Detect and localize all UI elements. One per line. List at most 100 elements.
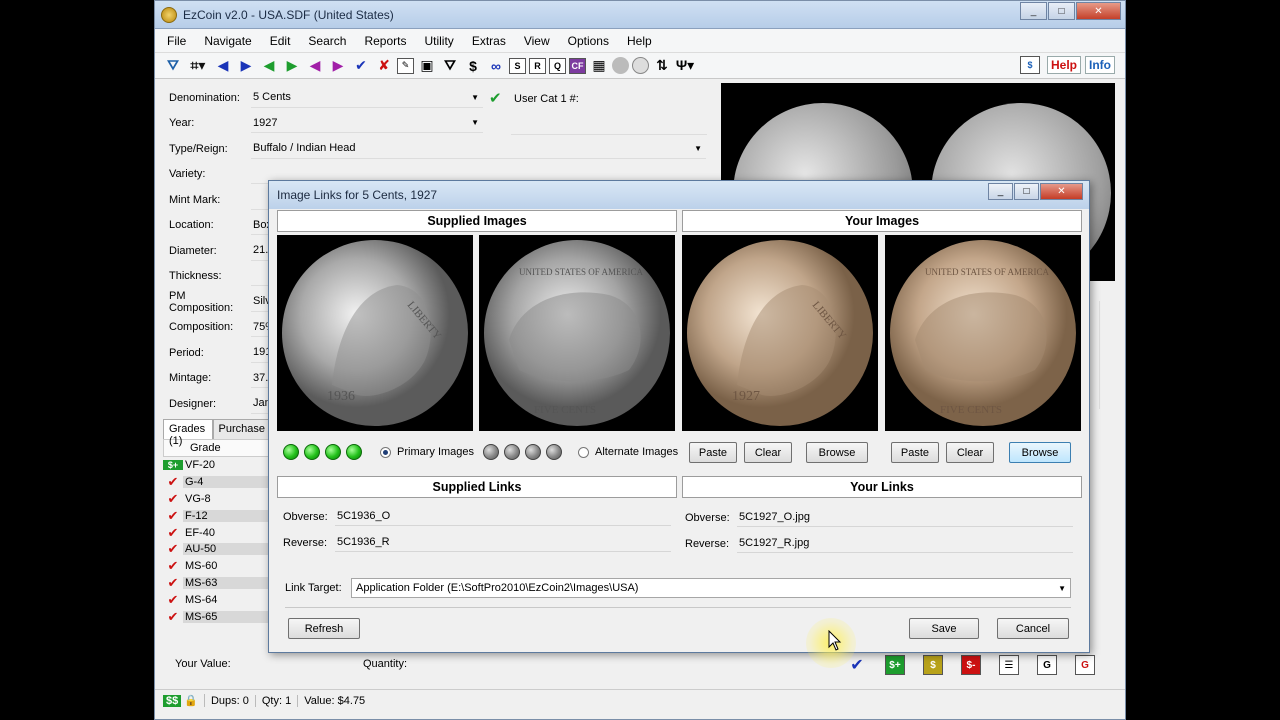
dialog-minimize-button[interactable]: _ bbox=[988, 183, 1013, 200]
diameter-label: Diameter: bbox=[169, 244, 217, 257]
list-icon[interactable]: ☰ bbox=[999, 655, 1019, 675]
grid-dropdown-icon[interactable]: ⌗▾ bbox=[186, 56, 210, 76]
menu-navigate[interactable]: Navigate bbox=[204, 34, 251, 48]
add-dollar-icon[interactable]: $+ bbox=[885, 655, 905, 675]
menu-search[interactable]: Search bbox=[308, 34, 346, 48]
close-button[interactable]: ✕ bbox=[1076, 2, 1121, 20]
save-button[interactable]: Save bbox=[909, 618, 979, 639]
next-purple-icon[interactable]: ▶ bbox=[328, 56, 348, 76]
accept-check-icon[interactable]: ✔ bbox=[351, 56, 371, 76]
first-record-icon[interactable]: ◀ bbox=[213, 56, 233, 76]
table-icon[interactable]: ▦ bbox=[589, 56, 609, 76]
your-reverse-field[interactable]: 5C1927_R.jpg bbox=[737, 533, 1073, 553]
prev-purple-icon[interactable]: ◀ bbox=[305, 56, 325, 76]
denomination-value: 5 Cents bbox=[253, 91, 291, 104]
link-target-select[interactable]: Application Folder (E:\SoftPro2010\EzCoi… bbox=[351, 578, 1071, 598]
cf-icon[interactable]: CF bbox=[569, 57, 586, 74]
grade-row[interactable]: ✔ MS-64 bbox=[163, 591, 271, 608]
coin-gray-icon[interactable] bbox=[612, 57, 629, 74]
edit-dollar-icon[interactable]: $ bbox=[923, 655, 943, 675]
help-button[interactable]: Help bbox=[1046, 56, 1081, 74]
grade-row[interactable]: ✔ VG-8 bbox=[163, 491, 271, 508]
psi-dropdown-icon[interactable]: Ψ▾ bbox=[675, 56, 695, 76]
menu-options[interactable]: Options bbox=[568, 34, 609, 48]
reject-x-icon[interactable]: ✘ bbox=[374, 56, 394, 76]
sort-icon[interactable]: ⇅ bbox=[652, 56, 672, 76]
menu-edit[interactable]: Edit bbox=[270, 34, 291, 48]
info-button[interactable]: Info bbox=[1085, 56, 1115, 74]
r-box-icon[interactable]: R bbox=[529, 57, 546, 74]
check-icon: ✔ bbox=[167, 558, 179, 574]
tab-purchase[interactable]: Purchase bbox=[212, 419, 271, 439]
period-label: Period: bbox=[169, 346, 204, 359]
browse-reverse-button[interactable]: Browse bbox=[1009, 442, 1071, 463]
green-check-icon: ✔ bbox=[489, 89, 502, 107]
remove-dollar-icon[interactable]: $- bbox=[961, 655, 981, 675]
your-images-header: Your Images bbox=[682, 210, 1082, 232]
alternate-indicator-4 bbox=[546, 444, 562, 460]
primary-images-radio[interactable] bbox=[380, 447, 391, 458]
menu-extras[interactable]: Extras bbox=[472, 34, 506, 48]
denomination-select[interactable]: 5 Cents ▼ bbox=[251, 88, 483, 108]
link-target-label: Link Target: bbox=[285, 582, 342, 594]
grade-row[interactable]: ✔ MS-65 bbox=[163, 608, 271, 625]
q-box-icon[interactable]: Q bbox=[549, 57, 566, 74]
clear-obverse-button[interactable]: Clear bbox=[744, 442, 792, 463]
edit-icon[interactable]: ✎ bbox=[397, 57, 414, 74]
type-select[interactable]: Buffalo / Indian Head ▼ bbox=[251, 139, 706, 159]
coin-white-icon[interactable] bbox=[632, 57, 649, 74]
dollar-clear-icon[interactable]: $ bbox=[463, 56, 483, 76]
grade-row[interactable]: ✔ AU-50 bbox=[163, 541, 271, 558]
filter-clear-icon[interactable]: ⛛ bbox=[440, 56, 460, 76]
grade-row[interactable]: ✔ MS-63 bbox=[163, 575, 271, 592]
menu-view[interactable]: View bbox=[524, 34, 550, 48]
chevron-down-icon: ▼ bbox=[1058, 583, 1066, 593]
minimize-button[interactable]: _ bbox=[1020, 2, 1047, 20]
g-box-icon[interactable]: G bbox=[1037, 655, 1057, 675]
your-obverse-field[interactable]: 5C1927_O.jpg bbox=[737, 507, 1073, 527]
grade-row[interactable]: ✔ F-12 bbox=[163, 507, 271, 524]
check-icon: ✔ bbox=[167, 474, 179, 490]
image-icon[interactable]: ▣ bbox=[417, 56, 437, 76]
next-green-icon[interactable]: ▶ bbox=[282, 56, 302, 76]
s-box-icon[interactable]: S bbox=[509, 57, 526, 74]
dialog-close-button[interactable]: ✕ bbox=[1040, 183, 1083, 200]
clear-reverse-button[interactable]: Clear bbox=[946, 442, 994, 463]
menu-help[interactable]: Help bbox=[627, 34, 652, 48]
link-icon[interactable]: ∞ bbox=[486, 56, 506, 76]
supplied-obverse-field[interactable]: 5C1936_O bbox=[335, 506, 671, 526]
menu-reports[interactable]: Reports bbox=[364, 34, 406, 48]
maximize-button[interactable]: □ bbox=[1048, 2, 1075, 20]
cancel-button[interactable]: Cancel bbox=[997, 618, 1069, 639]
refresh-button[interactable]: Refresh bbox=[288, 618, 360, 639]
filter-icon[interactable]: ⛛ bbox=[163, 56, 183, 76]
menu-utility[interactable]: Utility bbox=[424, 34, 453, 48]
form-scrollbar[interactable] bbox=[1099, 301, 1115, 409]
grade-row[interactable]: ✔ EF-40 bbox=[163, 524, 271, 541]
alternate-images-radio[interactable] bbox=[578, 447, 589, 458]
g-crossed-icon[interactable]: G bbox=[1075, 655, 1095, 675]
value-total: Value: $4.75 bbox=[304, 694, 366, 707]
your-value-label: Your Value: bbox=[175, 658, 231, 670]
user-cat-field[interactable] bbox=[511, 113, 707, 135]
composition-label: Composition: bbox=[169, 321, 234, 334]
lock-icon: 🔒 bbox=[184, 694, 205, 707]
dialog-maximize-button[interactable]: □ bbox=[1014, 183, 1039, 200]
menu-file[interactable]: File bbox=[167, 34, 186, 48]
thickness-label: Thickness: bbox=[169, 270, 222, 283]
supplied-images-header: Supplied Images bbox=[277, 210, 677, 232]
tab-grades[interactable]: Grades (1) bbox=[163, 419, 213, 447]
prev-green-icon[interactable]: ◀ bbox=[259, 56, 279, 76]
grade-row[interactable]: $+ VF-20 bbox=[163, 457, 271, 474]
paste-reverse-button[interactable]: Paste bbox=[891, 442, 939, 463]
year-select[interactable]: 1927 ▼ bbox=[251, 113, 483, 134]
dollar-s-icon[interactable]: $ bbox=[1019, 56, 1040, 74]
browse-obverse-button[interactable]: Browse bbox=[806, 442, 868, 463]
supplied-reverse-field[interactable]: 5C1936_R bbox=[335, 532, 671, 552]
grade-row[interactable]: ✔ MS-60 bbox=[163, 558, 271, 575]
paste-obverse-button[interactable]: Paste bbox=[689, 442, 737, 463]
mint-mark-label: Mint Mark: bbox=[169, 193, 221, 206]
grade-row[interactable]: ✔ G-4 bbox=[163, 474, 271, 491]
your-reverse-label: Reverse: bbox=[685, 538, 730, 550]
last-record-icon[interactable]: ▶ bbox=[236, 56, 256, 76]
